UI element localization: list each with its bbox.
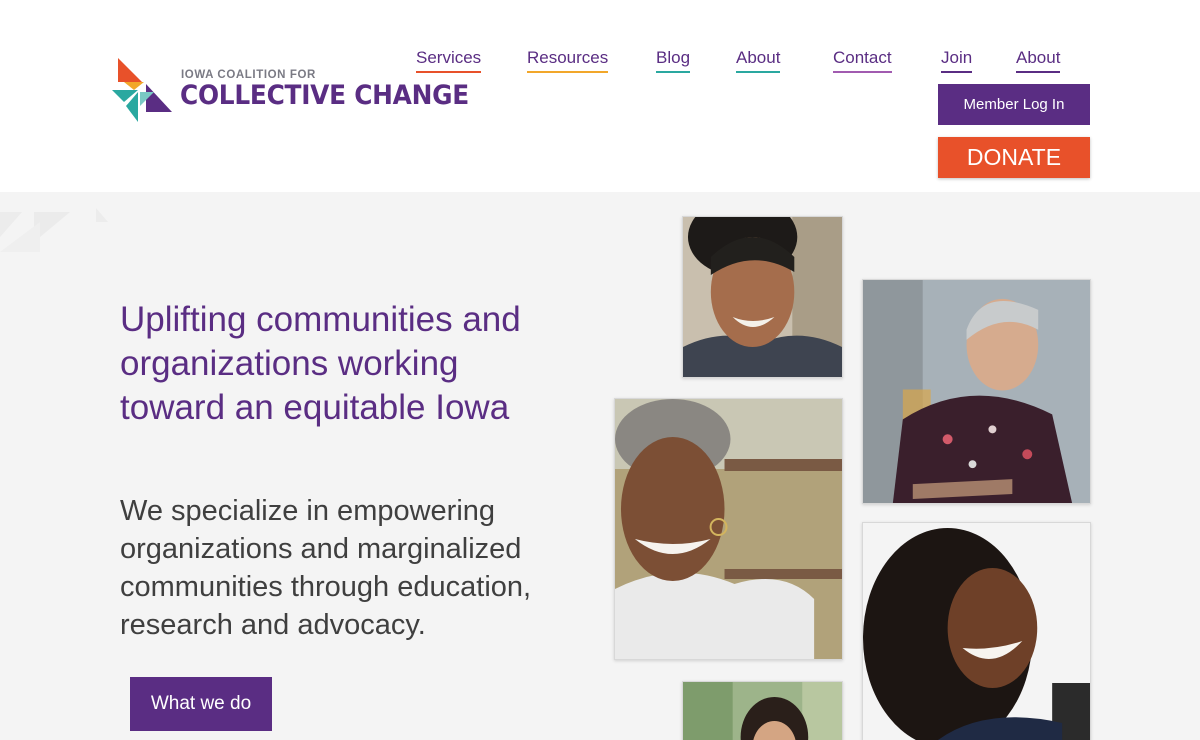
hero-heading: Uplifting communities and organizations … xyxy=(120,300,521,427)
nav-contact[interactable]: Contact xyxy=(833,48,892,73)
portrait-icon xyxy=(615,399,842,659)
photo-woman-gray-curly-hair xyxy=(614,398,843,660)
portrait-icon xyxy=(683,682,842,740)
nav-blog[interactable]: Blog xyxy=(656,48,691,73)
donate-button[interactable]: DONATE xyxy=(938,137,1090,178)
nav-resources[interactable]: Resources xyxy=(527,48,609,73)
decorative-triangles xyxy=(0,208,108,252)
nav-about-2[interactable]: About xyxy=(1016,48,1061,73)
site-header: IOWA COALITION FOR COLLECTIVE CHANGE Ser… xyxy=(0,0,1200,192)
member-login-button[interactable]: Member Log In xyxy=(938,84,1090,125)
photo-person-short-hair xyxy=(862,279,1091,504)
portrait-icon xyxy=(683,217,842,377)
hero-section: Uplifting communities and organizations … xyxy=(0,192,1200,740)
nav-services[interactable]: Services xyxy=(416,48,482,73)
nav-about[interactable]: About xyxy=(736,48,781,73)
photo-woman-outdoors xyxy=(682,681,843,740)
what-we-do-button[interactable]: What we do xyxy=(130,677,272,731)
hero-subheading: We specialize in empowering organization… xyxy=(120,495,532,641)
logo-big-text: COLLECTIVE CHANGE xyxy=(180,80,469,111)
portrait-icon xyxy=(863,280,1090,503)
main-nav: Services Resources Blog About Contact Jo… xyxy=(0,48,1200,78)
photo-young-woman-curly-hair xyxy=(862,522,1091,740)
photo-older-woman-smiling xyxy=(682,216,843,378)
portrait-icon xyxy=(863,523,1090,740)
nav-join[interactable]: Join xyxy=(941,48,973,73)
